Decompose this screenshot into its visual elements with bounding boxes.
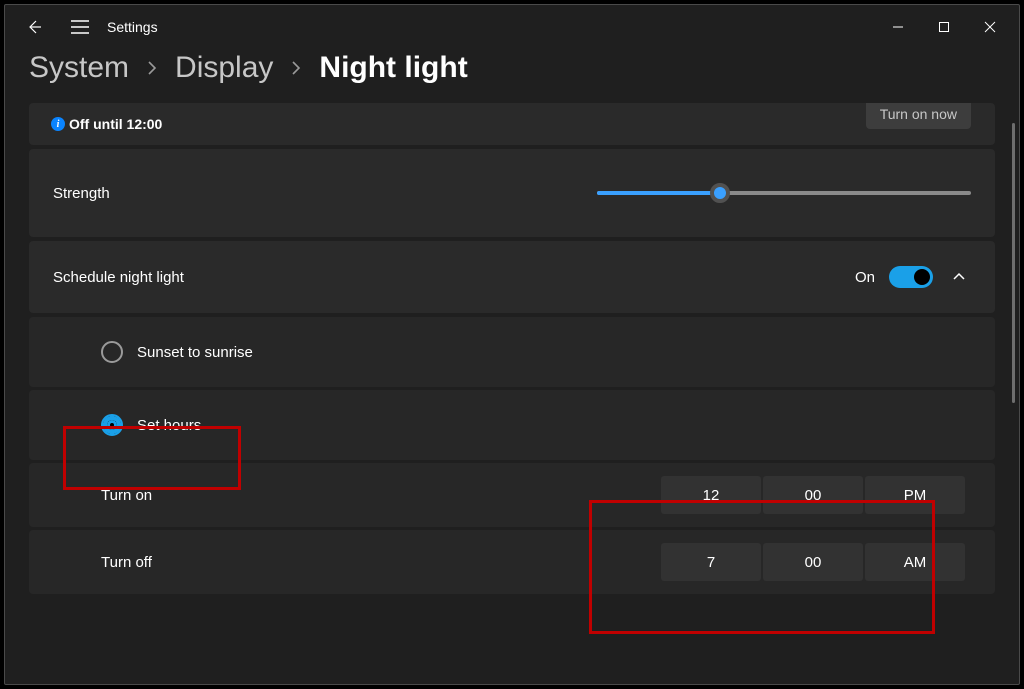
strength-label: Strength: [53, 185, 110, 202]
chevron-up-icon[interactable]: [947, 272, 971, 282]
radio-sethours-label: Set hours: [137, 417, 201, 434]
turn-off-row: Turn off 7 00 AM: [29, 530, 995, 594]
chevron-right-icon: [147, 60, 157, 76]
titlebar: Settings: [5, 5, 1019, 49]
schedule-state-text: On: [855, 269, 875, 286]
slider-thumb[interactable]: [710, 183, 730, 203]
radio-sunset-row[interactable]: Sunset to sunrise: [29, 317, 995, 387]
turn-off-label: Turn off: [101, 554, 152, 571]
back-button[interactable]: [11, 5, 57, 49]
breadcrumb: System Display Night light: [5, 49, 1019, 103]
radio-sethours-row[interactable]: Set hours: [29, 390, 995, 460]
scrollbar[interactable]: [1012, 123, 1015, 403]
radio-sunset[interactable]: [101, 341, 123, 363]
settings-window: Settings System Display Night light i: [4, 4, 1020, 685]
turn-off-ampm[interactable]: AM: [865, 543, 965, 581]
status-card: i Off until 12:00 Turn on now: [29, 103, 995, 145]
schedule-toggle[interactable]: [889, 266, 933, 288]
schedule-card[interactable]: Schedule night light On: [29, 241, 995, 313]
turn-on-label: Turn on: [101, 487, 152, 504]
hamburger-menu-icon[interactable]: [57, 5, 103, 49]
breadcrumb-display[interactable]: Display: [175, 51, 273, 85]
breadcrumb-system[interactable]: System: [29, 51, 129, 85]
radio-sunset-label: Sunset to sunrise: [137, 344, 253, 361]
info-icon: i: [51, 117, 65, 131]
strength-slider[interactable]: [597, 183, 971, 203]
turn-on-hour[interactable]: 12: [661, 476, 761, 514]
turn-on-minute[interactable]: 00: [763, 476, 863, 514]
app-title: Settings: [107, 19, 158, 35]
schedule-label: Schedule night light: [53, 269, 184, 286]
chevron-right-icon: [291, 60, 301, 76]
turn-on-ampm[interactable]: PM: [865, 476, 965, 514]
strength-card: Strength: [29, 149, 995, 237]
breadcrumb-nightlight: Night light: [319, 51, 467, 85]
turn-on-now-button[interactable]: Turn on now: [866, 103, 971, 129]
content-area: i Off until 12:00 Turn on now Strength S…: [5, 103, 1019, 684]
turn-off-hour[interactable]: 7: [661, 543, 761, 581]
turn-on-row: Turn on 12 00 PM: [29, 463, 995, 527]
turn-off-minute[interactable]: 00: [763, 543, 863, 581]
radio-sethours[interactable]: [101, 414, 123, 436]
minimize-button[interactable]: [875, 9, 921, 45]
maximize-button[interactable]: [921, 9, 967, 45]
close-button[interactable]: [967, 9, 1013, 45]
status-text: Off until 12:00: [69, 116, 162, 132]
